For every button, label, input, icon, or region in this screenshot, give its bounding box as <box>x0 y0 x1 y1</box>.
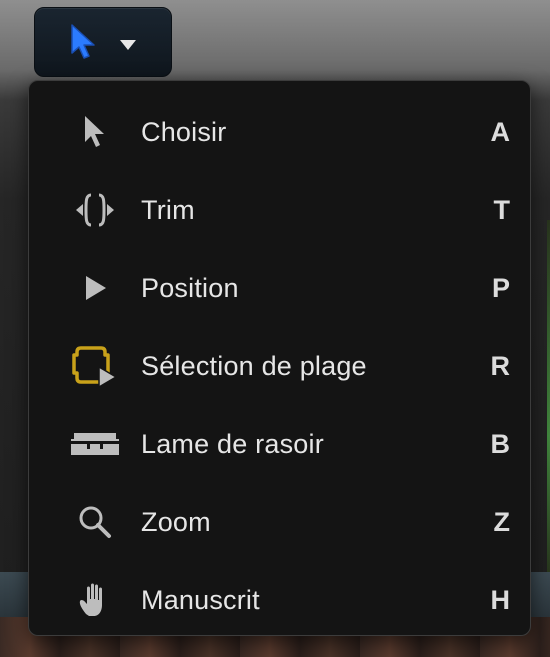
arrow-pointer-icon <box>70 23 98 61</box>
arrow-icon <box>59 102 131 162</box>
range-selection-icon <box>59 336 131 396</box>
trim-icon <box>59 180 131 240</box>
menu-item-label: Sélection de plage <box>141 350 367 381</box>
menu-item-label: Manuscrit <box>141 584 260 615</box>
hand-icon <box>59 570 131 630</box>
menu-item-label: Choisir <box>141 116 227 147</box>
menu-item-shortcut: A <box>490 116 511 147</box>
screen: Choisir A Trim T Position P Sélection de… <box>0 0 550 657</box>
menu-item-label: Zoom <box>141 506 211 537</box>
menu-item-shortcut: T <box>493 194 511 225</box>
menu-item-lame-de-rasoir[interactable]: Lame de rasoir B <box>29 405 530 483</box>
menu-item-shortcut: R <box>490 350 511 381</box>
menu-item-label: Position <box>141 272 239 303</box>
menu-item-shortcut: H <box>490 584 511 615</box>
menu-item-shortcut: B <box>490 428 511 459</box>
menu-item-label: Trim <box>141 194 195 225</box>
menu-item-selection-de-plage[interactable]: Sélection de plage R <box>29 327 530 405</box>
menu-item-position[interactable]: Position P <box>29 249 530 327</box>
blade-icon <box>59 414 131 474</box>
caret-down-icon <box>120 40 136 50</box>
menu-item-zoom[interactable]: Zoom Z <box>29 483 530 561</box>
menu-item-shortcut: Z <box>493 506 511 537</box>
position-icon <box>59 258 131 318</box>
tool-menu: Choisir A Trim T Position P Sélection de… <box>28 80 531 636</box>
zoom-icon <box>59 492 131 552</box>
menu-item-shortcut: P <box>491 272 510 303</box>
menu-item-choisir[interactable]: Choisir A <box>29 93 530 171</box>
menu-item-trim[interactable]: Trim T <box>29 171 530 249</box>
tool-selector-button[interactable] <box>34 7 172 77</box>
menu-item-label: Lame de rasoir <box>141 428 324 459</box>
menu-item-manuscrit[interactable]: Manuscrit H <box>29 561 530 639</box>
